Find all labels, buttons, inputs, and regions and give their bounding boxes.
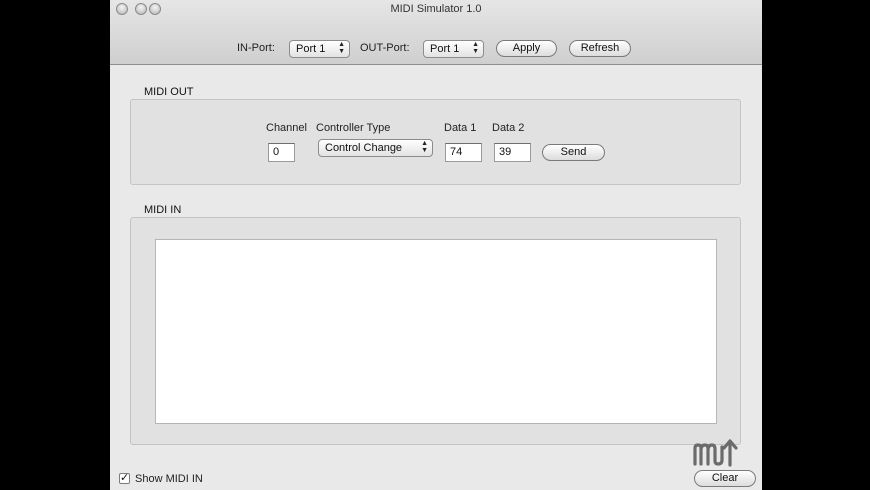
channel-field[interactable]: 0	[268, 143, 295, 162]
data2-label: Data 2	[492, 122, 525, 134]
show-midi-in-label: Show MIDI IN	[135, 473, 203, 485]
in-port-value: Port 1	[296, 43, 326, 55]
midi-in-group	[130, 217, 741, 445]
midi-out-group: Channel 0 Controller Type Control Change…	[130, 99, 741, 185]
midi-out-title: MIDI OUT	[144, 86, 194, 98]
title-bar: MIDI Simulator 1.0 IN-Port: Port 1 ▲ ▼ OU…	[110, 0, 762, 65]
apply-button[interactable]: Apply	[496, 40, 557, 57]
app-window: MIDI Simulator 1.0 IN-Port: Port 1 ▲ ▼ OU…	[110, 0, 762, 490]
show-midi-in-checkbox[interactable]: ✓	[119, 473, 130, 484]
send-button[interactable]: Send	[542, 144, 605, 161]
midi-in-log[interactable]	[155, 239, 717, 424]
refresh-button[interactable]: Refresh	[569, 40, 631, 57]
updown-arrows-icon: ▲ ▼	[421, 140, 428, 154]
data1-field[interactable]: 74	[445, 143, 482, 162]
checkmark-icon: ✓	[120, 472, 130, 484]
updown-arrows-icon: ▲ ▼	[472, 41, 479, 55]
window-title: MIDI Simulator 1.0	[390, 3, 482, 15]
in-port-label: IN-Port:	[237, 42, 275, 54]
midi-in-title: MIDI IN	[144, 204, 182, 216]
out-port-value: Port 1	[430, 43, 460, 55]
data1-label: Data 1	[444, 122, 477, 134]
data2-field[interactable]: 39	[494, 143, 531, 162]
controller-type-value: Control Change	[325, 142, 403, 154]
out-port-select[interactable]: Port 1 ▲ ▼	[423, 40, 484, 58]
updown-arrows-icon: ▲ ▼	[338, 41, 345, 55]
controller-type-label: Controller Type	[316, 122, 391, 134]
clear-button[interactable]: Clear	[694, 470, 756, 487]
channel-label: Channel	[266, 122, 307, 134]
controller-type-select[interactable]: Control Change ▲ ▼	[318, 139, 433, 157]
out-port-label: OUT-Port:	[360, 42, 410, 54]
mu-logo	[693, 439, 738, 467]
in-port-select[interactable]: Port 1 ▲ ▼	[289, 40, 350, 58]
